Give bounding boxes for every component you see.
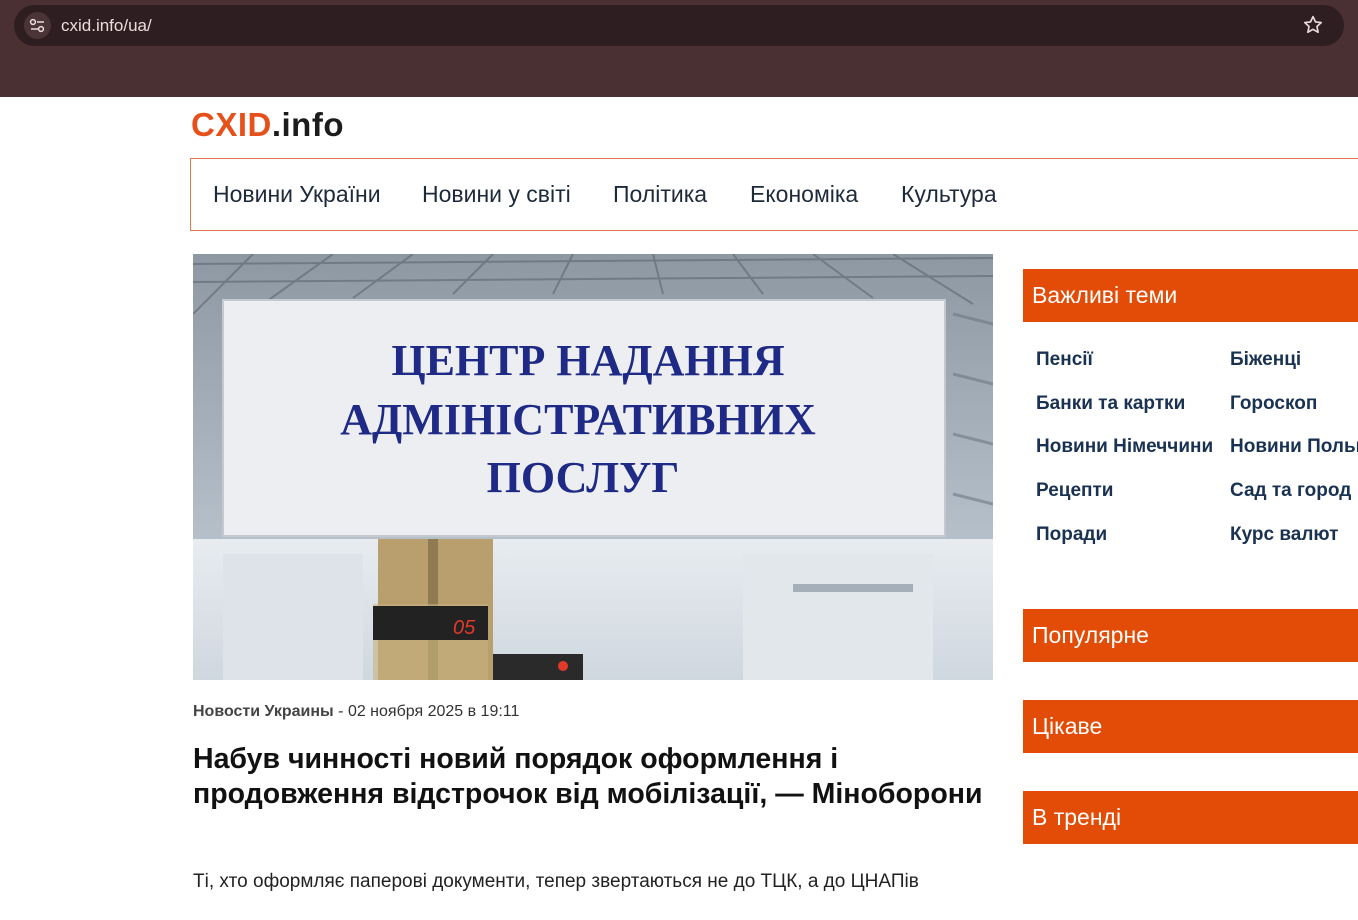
- sidebar-important-topics-header: Важливі теми: [1023, 269, 1358, 322]
- sign-line-3: ПОСЛУГ: [487, 453, 680, 502]
- url-text[interactable]: cxid.info/ua/: [61, 16, 152, 36]
- address-bar[interactable]: cxid.info/ua/: [14, 5, 1344, 46]
- topic-link[interactable]: Новини Польщі: [1230, 436, 1358, 458]
- topic-link[interactable]: Пенсії: [1036, 349, 1093, 371]
- sign-line-2: АДМІНІСТРАТИВНИХ: [340, 395, 816, 444]
- browser-chrome: cxid.info/ua/: [0, 0, 1358, 97]
- site-info-icon[interactable]: [24, 12, 51, 39]
- nav-item-politics[interactable]: Політика: [613, 181, 707, 208]
- logo-part-2: .info: [271, 106, 344, 143]
- queue-display-number: 05: [453, 617, 476, 639]
- topic-link[interactable]: Гороскоп: [1230, 393, 1317, 415]
- article-title[interactable]: Набув чинності новий порядок оформлення …: [193, 742, 983, 811]
- topic-link[interactable]: Поради: [1036, 524, 1107, 546]
- sign-line-1: ЦЕНТР НАДАННЯ: [391, 336, 785, 385]
- sidebar-trending-header[interactable]: В тренді: [1023, 791, 1358, 844]
- nav-item-world-news[interactable]: Новини у світі: [422, 181, 571, 208]
- topic-link[interactable]: Банки та картки: [1036, 393, 1185, 415]
- site-logo[interactable]: CXID.info: [191, 106, 344, 144]
- topic-link[interactable]: Сад та город: [1230, 480, 1351, 502]
- logo-part-1: CXID: [191, 106, 272, 143]
- sidebar-popular-header[interactable]: Популярне: [1023, 609, 1358, 662]
- topic-link[interactable]: Біженці: [1230, 349, 1301, 371]
- topic-link[interactable]: Курс валют: [1230, 524, 1339, 546]
- topic-link[interactable]: Новини Німеччини: [1036, 436, 1213, 458]
- nav-item-economy[interactable]: Економіка: [750, 181, 858, 208]
- article-category[interactable]: Новости Украины: [193, 703, 334, 720]
- article-lead: Ті, хто оформляє паперові документи, теп…: [193, 871, 919, 892]
- topic-link[interactable]: Рецепти: [1036, 480, 1113, 502]
- bookmark-star-icon[interactable]: [1302, 14, 1324, 41]
- main-nav: Новини України Новини у світі Політика Е…: [190, 158, 1358, 231]
- nav-item-culture[interactable]: Культура: [901, 181, 997, 208]
- sidebar-interesting-header[interactable]: Цікаве: [1023, 700, 1358, 753]
- article-hero-image[interactable]: 05 ЦЕНТР НАДАННЯ АДМІНІСТРАТИВНИХ ПОСЛУГ: [193, 254, 993, 680]
- nav-item-ukraine-news[interactable]: Новини України: [213, 181, 381, 208]
- article-date: - 02 ноября 2025 в 19:11: [333, 703, 520, 720]
- article-meta: Новости Украины - 02 ноября 2025 в 19:11: [193, 703, 519, 721]
